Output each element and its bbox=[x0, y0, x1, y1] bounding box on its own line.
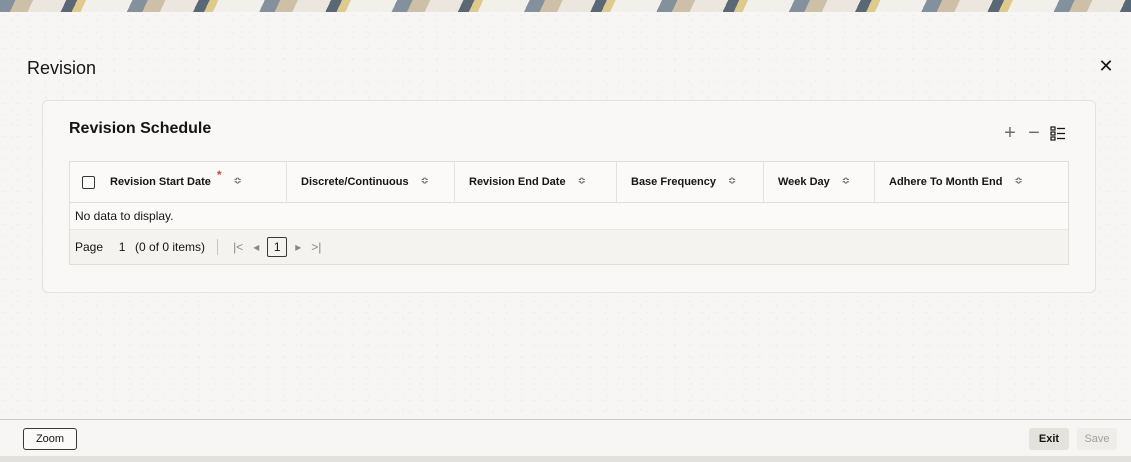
column-revision-start-date[interactable]: Revision Start Date * ≎ bbox=[108, 161, 287, 203]
zoom-button[interactable]: Zoom bbox=[23, 428, 77, 450]
footer-bar: Zoom Exit Save bbox=[0, 419, 1131, 456]
sort-icon[interactable]: ≎ bbox=[234, 177, 242, 187]
header-banner bbox=[0, 0, 1131, 12]
column-week-day[interactable]: Week Day ≎ bbox=[764, 161, 875, 203]
section-title: Revision Schedule bbox=[69, 120, 212, 137]
column-label: Base Frequency bbox=[631, 176, 716, 188]
page-title: Revision bbox=[27, 58, 97, 78]
sort-icon[interactable]: ≎ bbox=[842, 177, 850, 187]
column-label: Discrete/Continuous bbox=[301, 176, 409, 188]
table-header: Revision Start Date * ≎ Discrete/Continu… bbox=[70, 161, 1068, 203]
page-label: Page bbox=[75, 240, 104, 254]
column-label: Week Day bbox=[778, 176, 830, 188]
required-marker: * bbox=[216, 168, 222, 182]
exit-button[interactable]: Exit bbox=[1029, 428, 1069, 450]
column-revision-end-date[interactable]: Revision End Date ≎ bbox=[455, 161, 617, 203]
save-button: Save bbox=[1077, 428, 1117, 450]
current-page-button[interactable]: 1 bbox=[267, 237, 288, 257]
pager-divider bbox=[217, 239, 219, 255]
column-discrete-continuous[interactable]: Discrete/Continuous ≎ bbox=[287, 161, 455, 203]
sort-icon[interactable]: ≎ bbox=[728, 177, 736, 187]
last-page-icon[interactable]: >| bbox=[311, 240, 321, 254]
sort-icon[interactable]: ≎ bbox=[578, 177, 586, 187]
select-all-checkbox[interactable] bbox=[82, 175, 95, 189]
column-label: Adhere To Month End bbox=[889, 176, 1003, 188]
bottom-strip bbox=[0, 456, 1131, 462]
sort-icon[interactable]: ≎ bbox=[1014, 177, 1022, 187]
plus-icon[interactable]: + bbox=[1002, 123, 1018, 143]
revision-schedule-panel: Revision Schedule + − Revision Start Dat… bbox=[42, 100, 1096, 293]
item-summary: (0 of 0 items) bbox=[135, 240, 206, 254]
grid-toolbar: + − bbox=[1002, 123, 1066, 143]
next-page-icon[interactable]: ▸ bbox=[295, 240, 301, 254]
select-all-cell bbox=[70, 162, 108, 203]
list-settings-icon[interactable] bbox=[1050, 125, 1066, 141]
minus-icon[interactable]: − bbox=[1026, 123, 1042, 143]
sort-icon[interactable]: ≎ bbox=[421, 177, 429, 187]
first-page-icon[interactable]: |< bbox=[233, 240, 243, 254]
empty-message: No data to display. bbox=[70, 203, 1068, 230]
column-base-frequency[interactable]: Base Frequency ≎ bbox=[617, 161, 764, 203]
column-label: Revision End Date bbox=[469, 176, 566, 188]
column-adhere-to-month-end[interactable]: Adhere To Month End ≎ bbox=[875, 162, 1068, 203]
page-number-input[interactable] bbox=[109, 236, 136, 258]
revision-schedule-table: Revision Start Date * ≎ Discrete/Continu… bbox=[69, 161, 1069, 265]
previous-page-icon[interactable]: ◂ bbox=[253, 240, 259, 254]
column-label: Revision Start Date bbox=[110, 176, 211, 188]
pagination-bar: Page (0 of 0 items) |< ◂ 1 ▸ >| bbox=[70, 230, 1068, 264]
close-icon[interactable]: ✕ bbox=[1098, 57, 1114, 75]
